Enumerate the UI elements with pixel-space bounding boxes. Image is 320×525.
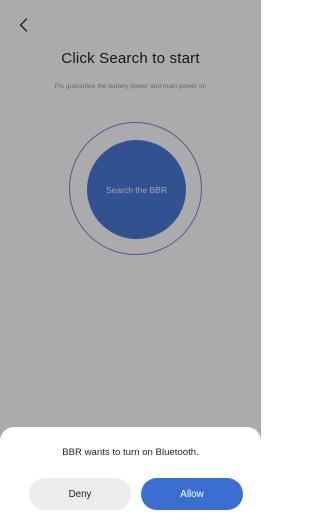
allow-button[interactable]: Allow — [141, 478, 243, 510]
deny-button[interactable]: Deny — [29, 478, 131, 510]
bluetooth-permission-dialog: BBR wants to turn on Bluetooth. Deny All… — [0, 427, 261, 525]
dialog-message: BBR wants to turn on Bluetooth. — [62, 447, 199, 458]
